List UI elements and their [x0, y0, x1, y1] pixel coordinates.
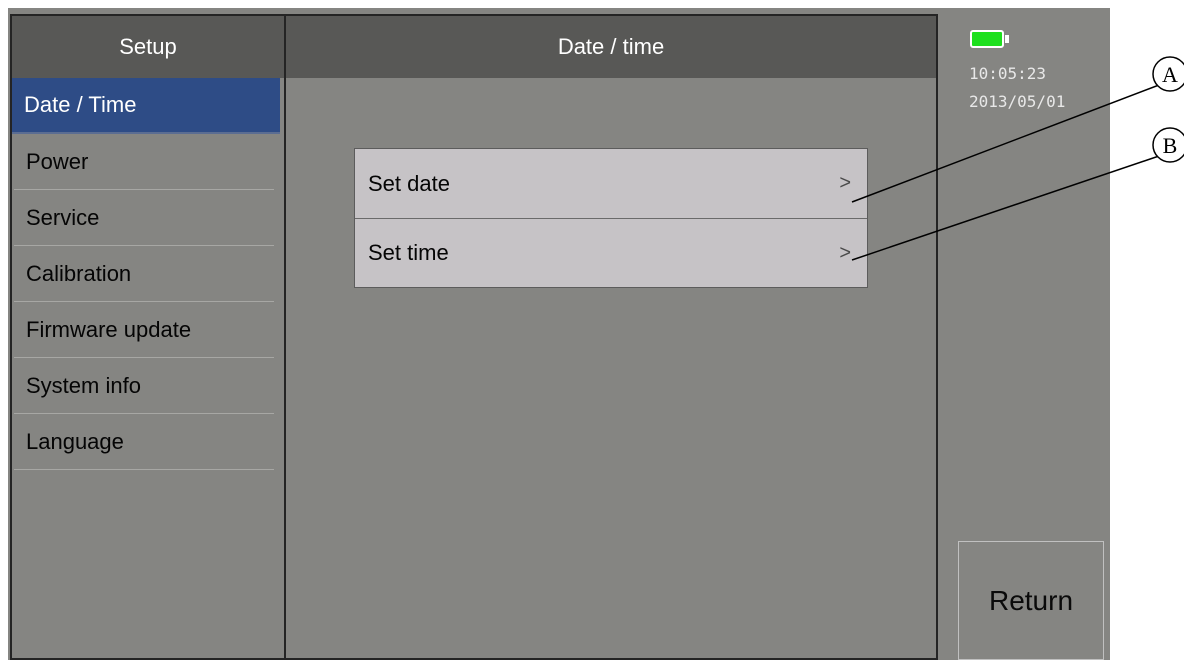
callout-label-b: B	[1163, 133, 1178, 158]
callout-label-a: A	[1162, 62, 1178, 87]
callout-line-a	[851, 84, 1160, 203]
callout-annotations: A B	[851, 56, 1184, 261]
callout-line-b	[851, 155, 1160, 261]
